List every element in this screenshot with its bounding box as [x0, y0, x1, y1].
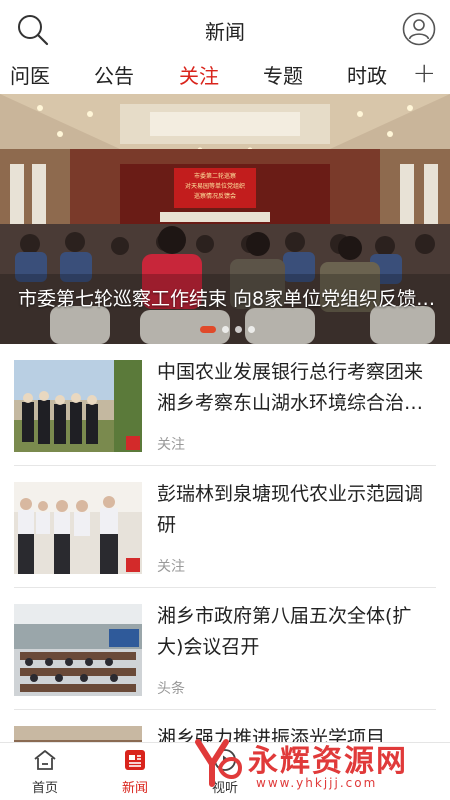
nav-home[interactable]: 首页: [10, 747, 80, 796]
page-title: 新闻: [205, 20, 245, 44]
watermark-name: 永辉资源网: [248, 744, 408, 779]
news-title[interactable]: 彭瑞林到泉塘现代农业示范园调研: [157, 479, 437, 541]
category-tabs: 问医 公告 关注 专题 时政 +: [0, 58, 450, 94]
carousel-dot[interactable]: [222, 326, 229, 333]
news-title[interactable]: 中国农业发展银行总行考察团来湘乡考察东山湖水环境综合治理项目: [157, 357, 437, 419]
home-icon: [34, 750, 56, 770]
carousel-dot[interactable]: [235, 326, 242, 333]
news-item[interactable]: 彭瑞林到泉塘现代农业示范园调研 关注: [0, 466, 450, 588]
watermark-url: www.yhkjjj.com: [256, 776, 378, 790]
carousel-dot[interactable]: [248, 326, 255, 333]
bottom-nav: 首页 新闻 视听 永辉资源网 www.yhkjjj.com: [0, 739, 450, 800]
svg-text:对天易园等单位党组织: 对天易园等单位党组织: [185, 182, 245, 190]
news-thumbnail: [14, 482, 142, 574]
news-item[interactable]: 中国农业发展银行总行考察团来湘乡考察东山湖水环境综合治理项目 关注: [0, 344, 450, 466]
add-channel-icon[interactable]: +: [413, 58, 436, 88]
user-avatar-icon[interactable]: [402, 12, 436, 46]
watermark-logo: [195, 739, 243, 787]
tab-zhuanti[interactable]: 专题: [263, 60, 303, 89]
tab-wenyi[interactable]: 问医: [10, 60, 50, 89]
app: 新闻 问医 公告 关注 专题 时政 + 市委第二轮巡察 对天易园等单位党组织 巡…: [0, 0, 450, 800]
watermark: 永辉资源网 www.yhkjjj.com: [190, 734, 430, 794]
news-thumbnail: [14, 604, 142, 696]
news-title[interactable]: 湘乡市政府第八届五次全体(扩大)会议召开: [157, 601, 437, 663]
tab-guanzhu[interactable]: 关注: [179, 60, 219, 89]
carousel-dot-active[interactable]: [200, 326, 216, 333]
tab-shizheng[interactable]: 时政: [347, 60, 387, 89]
nav-news[interactable]: 新闻: [100, 747, 170, 796]
news-thumbnail: [14, 360, 142, 452]
banner-carousel[interactable]: 市委第二轮巡察 对天易园等单位党组织 巡察情况反馈会 市委第七轮巡察工作结束 向…: [0, 94, 450, 344]
svg-text:巡察情况反馈会: 巡察情况反馈会: [194, 192, 236, 200]
news-source: 关注: [157, 559, 185, 575]
svg-text:市委第二轮巡察: 市委第二轮巡察: [194, 172, 236, 180]
news-item[interactable]: 湘乡市政府第八届五次全体(扩大)会议召开 头条: [0, 588, 450, 710]
news-icon: [125, 750, 145, 770]
nav-label: 新闻: [121, 781, 148, 796]
banner-caption[interactable]: 市委第七轮巡察工作结束 向8家单位党组织反馈巡察情况: [18, 284, 442, 311]
tab-gonggao[interactable]: 公告: [94, 60, 134, 89]
news-source: 头条: [157, 681, 185, 697]
nav-label: 首页: [31, 781, 58, 796]
header: 新闻: [0, 0, 450, 58]
news-source: 关注: [157, 437, 185, 453]
